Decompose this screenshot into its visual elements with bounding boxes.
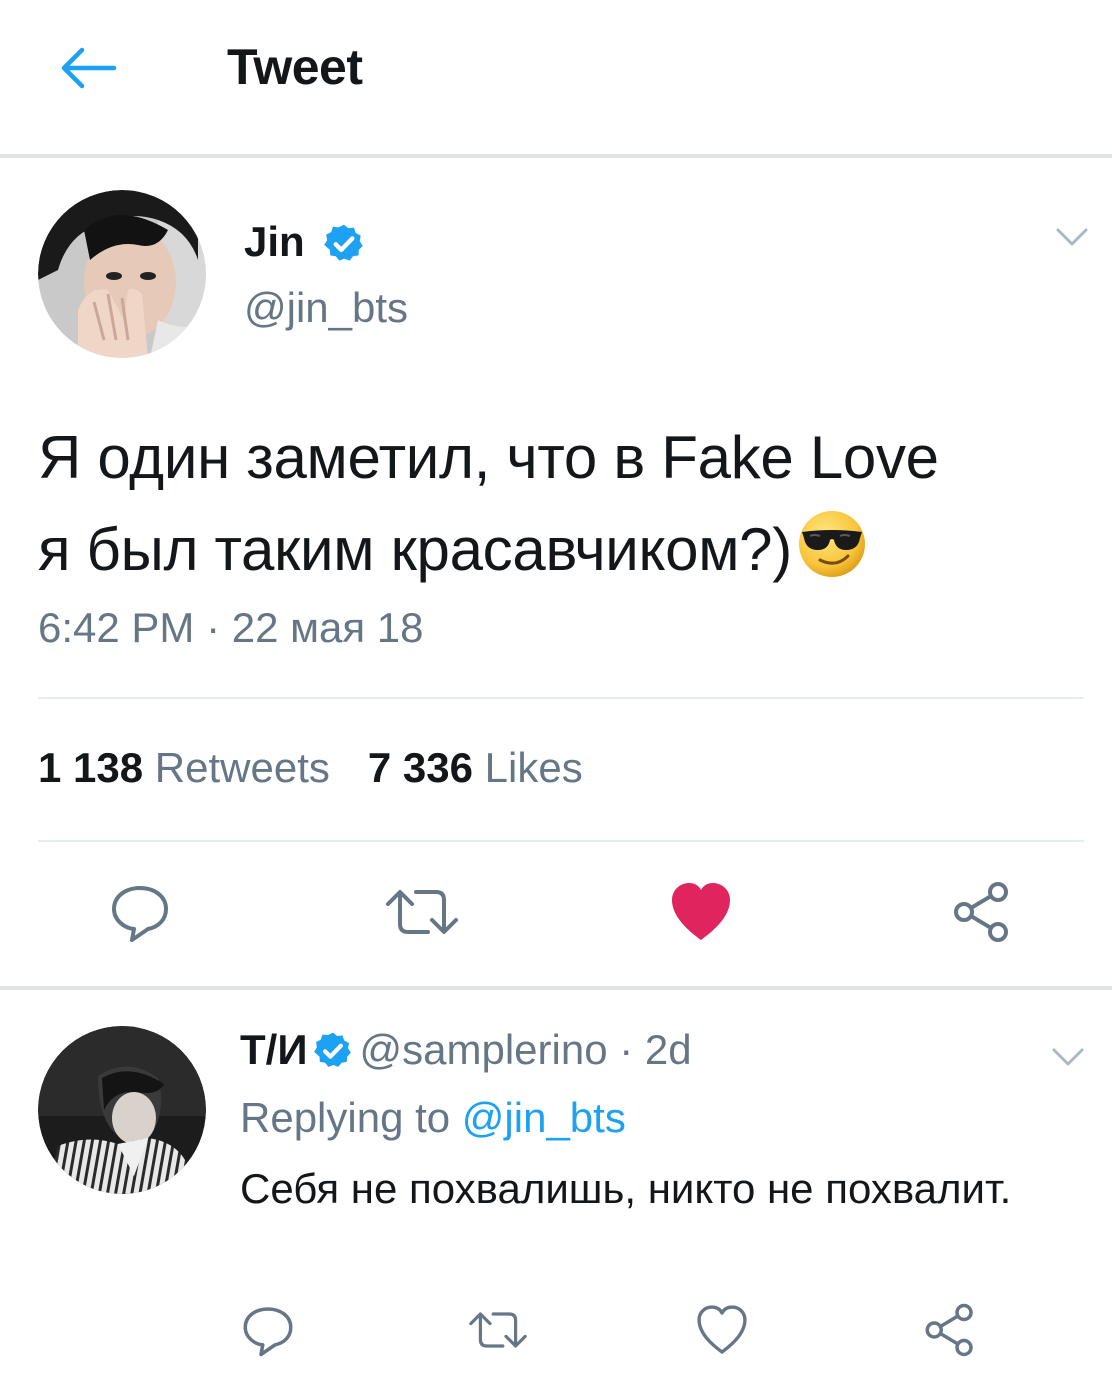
verified-badge-icon bbox=[313, 1032, 351, 1067]
chevron-down-icon[interactable] bbox=[1052, 222, 1092, 250]
share-icon[interactable] bbox=[950, 880, 1014, 944]
reply-author-avatar[interactable] bbox=[38, 1026, 206, 1194]
retweets-label: Retweets bbox=[154, 744, 330, 791]
author-handle[interactable]: @jin_bts bbox=[244, 284, 408, 332]
likes-label: Likes bbox=[484, 744, 583, 791]
back-arrow-icon[interactable] bbox=[58, 46, 118, 90]
reply-text: Себя не похвалишь, никто не похвалит. bbox=[240, 1165, 1012, 1212]
reply-author-name[interactable]: Т/И bbox=[240, 1026, 308, 1073]
retweet-icon[interactable] bbox=[466, 1302, 530, 1358]
section-divider bbox=[0, 986, 1112, 990]
author-name[interactable]: Jin bbox=[244, 218, 305, 266]
divider bbox=[38, 840, 1084, 842]
retweets-stat[interactable]: 1 138 Retweets bbox=[38, 744, 330, 791]
tweet-text-line-2: я был таким красавчиком?) bbox=[38, 504, 1088, 596]
reply-author-handle[interactable]: @samplerino bbox=[360, 1026, 608, 1073]
chevron-down-icon[interactable] bbox=[1048, 1042, 1088, 1070]
replying-to: Replying to @jin_bts bbox=[240, 1094, 626, 1142]
replying-to-label: Replying to bbox=[240, 1094, 451, 1141]
heart-filled-icon[interactable] bbox=[668, 880, 734, 944]
tweet-text-line-1: Я один заметил, что в Fake Love bbox=[38, 424, 939, 491]
tweet-timestamp: 6:42 PM · 22 мая 18 bbox=[38, 604, 424, 651]
retweet-icon[interactable] bbox=[382, 880, 462, 944]
header-divider bbox=[0, 154, 1112, 158]
page-title: Tweet bbox=[227, 39, 363, 95]
share-icon[interactable] bbox=[922, 1302, 978, 1358]
heart-outline-icon[interactable] bbox=[694, 1302, 750, 1358]
verified-badge-icon bbox=[324, 224, 363, 261]
reply-icon[interactable] bbox=[240, 1302, 296, 1358]
replying-to-link[interactable]: @jin_bts bbox=[462, 1094, 626, 1141]
tweet-text: Я один заметил, что в Fake Love я был та… bbox=[38, 412, 1088, 596]
retweets-count: 1 138 bbox=[38, 744, 144, 791]
reply-time: · 2d bbox=[619, 1026, 692, 1073]
tweet-text-line-2-text: я был таким красавчиком?) bbox=[38, 516, 792, 583]
reply-icon[interactable] bbox=[108, 880, 172, 944]
sunglasses-emoji-icon bbox=[798, 511, 865, 577]
reply-header: Т/И @samplerino · 2d bbox=[240, 1026, 692, 1074]
divider bbox=[38, 697, 1084, 699]
top-bar bbox=[0, 0, 1112, 154]
tweet-stats: 1 138 Retweets 7 336 Likes bbox=[38, 744, 583, 792]
likes-count: 7 336 bbox=[367, 744, 473, 791]
author-avatar[interactable] bbox=[38, 190, 206, 358]
likes-stat[interactable]: 7 336 Likes bbox=[368, 744, 583, 791]
